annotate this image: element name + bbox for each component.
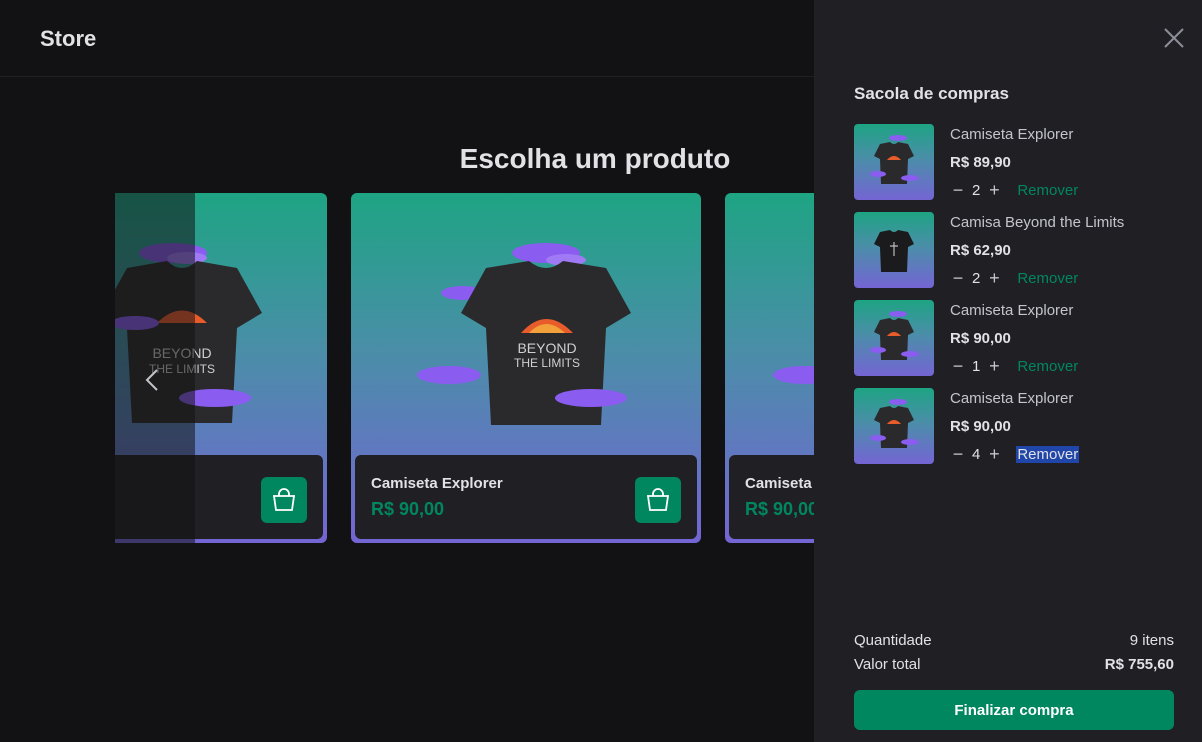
quantity-stepper: − 1 + Remover	[950, 357, 1079, 375]
minus-icon[interactable]: −	[950, 181, 966, 199]
product-card[interactable]: Camiseta R$ 90,00	[725, 193, 814, 543]
add-to-bag-button[interactable]	[261, 477, 307, 523]
minus-icon[interactable]: −	[950, 445, 966, 463]
quantity-stepper: − 4 + Remover	[950, 445, 1080, 463]
quantity-total: 9 itens	[1129, 631, 1174, 649]
shopping-bag-icon	[646, 488, 670, 511]
quantity-label: Quantidade	[854, 631, 932, 649]
cart-item-thumbnail	[854, 212, 934, 288]
remove-button[interactable]: Remover	[1016, 182, 1079, 199]
quantity-stepper: − 2 + Remover	[950, 269, 1079, 287]
cart-items-list: Camiseta Explorer R$ 89,90 − 2 + Remover…	[854, 124, 1174, 476]
svg-text:THE LIMITS: THE LIMITS	[514, 356, 580, 370]
cart-title: Sacola de compras	[854, 84, 1009, 103]
plus-icon[interactable]: +	[986, 357, 1002, 375]
quantity-value: 4	[972, 445, 981, 463]
cart-item-name: Camiseta Explorer	[950, 126, 1074, 143]
shopping-bag-icon	[272, 488, 296, 511]
svg-text:BEYOND: BEYOND	[517, 340, 576, 356]
plus-icon[interactable]: +	[986, 269, 1002, 287]
plus-icon[interactable]: +	[986, 181, 1002, 199]
quantity-stepper: − 2 + Remover	[950, 181, 1079, 199]
cart-summary: Quantidade 9 itens Valor total R$ 755,60	[854, 628, 1174, 676]
add-to-bag-button[interactable]	[635, 477, 681, 523]
quantity-value: 1	[972, 357, 981, 375]
remove-button[interactable]: Remover	[1016, 445, 1080, 463]
cart-item-name: Camiseta Explorer	[950, 302, 1074, 319]
total-row: Valor total R$ 755,60	[854, 652, 1174, 676]
cart-item-name: Camiseta Explorer	[950, 390, 1074, 407]
remove-button[interactable]: Remover	[1016, 358, 1079, 375]
quantity-value: 2	[972, 181, 981, 199]
cart-drawer: Sacola de compras Camiseta Explorer R$ 8…	[814, 0, 1202, 742]
cart-item-price: R$ 90,00	[950, 418, 1011, 435]
cart-item: Camiseta Explorer R$ 90,00 − 1 + Remover	[854, 300, 1174, 388]
cart-item-price: R$ 90,00	[950, 330, 1011, 347]
minus-icon[interactable]: −	[950, 357, 966, 375]
cart-item-price: R$ 62,90	[950, 242, 1011, 259]
total-label: Valor total	[854, 655, 921, 673]
cart-item: Camisa Beyond the Limits R$ 62,90 − 2 + …	[854, 212, 1174, 300]
product-price: R$ 90,00	[371, 499, 445, 519]
product-carousel[interactable]: BEYOND THE LIMITS er BEYOND THE	[115, 193, 814, 543]
product-card-footer: Camiseta R$ 90,00	[729, 455, 814, 539]
total-value: R$ 755,60	[1104, 655, 1174, 673]
plus-icon[interactable]: +	[986, 445, 1002, 463]
product-card-footer: Camiseta Explorer R$ 90,00	[355, 455, 697, 539]
minus-icon[interactable]: −	[950, 269, 966, 287]
product-image: BEYOND THE LIMITS	[351, 193, 701, 455]
chevron-left-icon[interactable]	[145, 368, 159, 398]
cart-item-thumbnail	[854, 124, 934, 200]
remove-button[interactable]: Remover	[1016, 270, 1079, 287]
cart-item-thumbnail	[854, 300, 934, 376]
cart-item-price: R$ 89,90	[950, 154, 1011, 171]
app-header: Store	[0, 0, 814, 77]
quantity-value: 2	[972, 269, 981, 287]
quantity-row: Quantidade 9 itens	[854, 628, 1174, 652]
checkout-button[interactable]: Finalizar compra	[854, 690, 1174, 730]
product-card[interactable]: BEYOND THE LIMITS Camiseta Explorer R$ 9…	[351, 193, 701, 543]
cart-item-name: Camisa Beyond the Limits	[950, 214, 1125, 231]
cart-item: Camiseta Explorer R$ 89,90 − 2 + Remover	[854, 124, 1174, 212]
store-logo[interactable]: Store	[40, 26, 96, 52]
product-name: Camiseta Explorer	[371, 475, 503, 492]
product-price: R$ 90,00	[745, 499, 814, 519]
page-title: Escolha um produto	[459, 143, 731, 174]
close-icon[interactable]	[1162, 26, 1186, 50]
product-name: Camiseta	[745, 475, 812, 492]
cart-item-thumbnail	[854, 388, 934, 464]
cart-item: Camiseta Explorer R$ 90,00 − 4 + Remover	[854, 388, 1174, 476]
product-image	[725, 193, 814, 455]
